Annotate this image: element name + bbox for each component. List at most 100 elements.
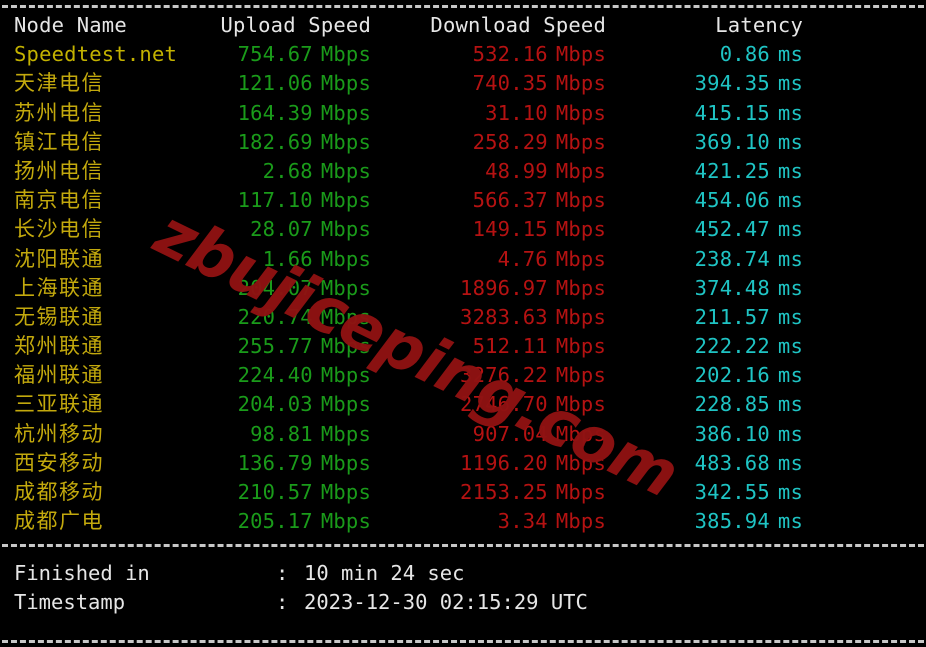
upload-speed-cell-unit: Mbps [320, 158, 371, 183]
upload-speed-cell-value: 117.10 [237, 188, 313, 213]
download-speed-cell-unit: Mbps [555, 188, 606, 213]
latency-cell-value: 211.57 [694, 304, 770, 329]
latency-cell-value: 238.74 [694, 246, 770, 271]
node-name-cell: 杭州移动 [14, 421, 104, 446]
download-speed-cell-unit: Mbps [555, 217, 606, 242]
latency-unit: ms [777, 42, 803, 67]
latency-cell: 385.94 ms [606, 507, 803, 536]
summary-timestamp-separator: : [276, 590, 289, 615]
download-speed-cell-unit: Mbps [555, 392, 606, 417]
download-speed-cell-unit: Mbps [555, 304, 606, 329]
latency-cell-unit: ms [777, 100, 803, 125]
node-name-reference: Speedtest.net [14, 42, 178, 67]
latency-cell-unit: ms [777, 71, 803, 96]
download-speed-cell-value: 3283.63 [460, 304, 548, 329]
download-speed-cell: 512.11 Mbps [371, 332, 606, 361]
download-speed-cell-value: 31.10 [485, 100, 548, 125]
table-row: 杭州移动 98.81 Mbps 907.04 Mbps 386.10 ms [0, 420, 926, 449]
latency-cell-value: 415.15 [694, 100, 770, 125]
download-unit: Mbps [555, 42, 606, 67]
download-speed-cell-value: 3276.22 [460, 363, 548, 388]
latency-cell: 454.06 ms [606, 186, 803, 215]
latency-cell: 228.85 ms [606, 390, 803, 419]
upload-speed-cell: 182.69 Mbps [183, 128, 371, 157]
node-name-cell: 扬州电信 [14, 158, 104, 183]
summary-timestamp-label: Timestamp [14, 590, 126, 615]
latency-cell: 483.68 ms [606, 449, 803, 478]
latency-cell-value: 202.16 [694, 363, 770, 388]
download-speed-cell-unit: Mbps [555, 421, 606, 446]
upload-speed-cell-value: 255.77 [237, 334, 313, 359]
table-row: 西安移动 136.79 Mbps 1196.20 Mbps 483.68 ms [0, 449, 926, 478]
table-row: 成都移动 210.57 Mbps 2153.25 Mbps 342.55 ms [0, 478, 926, 507]
upload-speed-cell-unit: Mbps [320, 334, 371, 359]
latency-cell-unit: ms [777, 129, 803, 154]
upload-speed-cell: 255.77 Mbps [183, 332, 371, 361]
upload-speed-cell-unit: Mbps [320, 217, 371, 242]
terminal-window: Node Name Upload Speed Download Speed La… [0, 0, 926, 647]
upload-speed-cell-value: 164.39 [237, 100, 313, 125]
node-name-cell: 三亚联通 [14, 392, 104, 417]
upload-speed-cell: 136.79 Mbps [183, 449, 371, 478]
latency-cell: 369.10 ms [606, 128, 803, 157]
download-speed-cell-value: 1196.20 [460, 450, 548, 475]
download-speed-cell-unit: Mbps [555, 129, 606, 154]
table-row: 三亚联通 204.03 Mbps 2746.70 Mbps 228.85 ms [0, 390, 926, 419]
upload-speed-cell-value: 2.68 [262, 158, 313, 183]
table-row: 扬州电信 2.68 Mbps 48.99 Mbps 421.25 ms [0, 157, 926, 186]
summary-finished-separator: : [276, 561, 289, 586]
node-name-cell: 成都广电 [14, 509, 104, 534]
latency-cell-value: 452.47 [694, 217, 770, 242]
latency-cell-unit: ms [777, 158, 803, 183]
latency-cell-unit: ms [777, 363, 803, 388]
upload-speed-cell: 164.39 Mbps [183, 99, 371, 128]
download-speed-cell-value: 2746.70 [460, 392, 548, 417]
summary-finished-in: Finished in : 10 min 24 sec [0, 559, 926, 588]
download-speed-cell: 4.76 Mbps [371, 245, 606, 274]
node-name-cell: 长沙电信 [14, 217, 104, 242]
latency-cell: 394.35 ms [606, 69, 803, 98]
upload-speed-cell: 224.40 Mbps [183, 361, 371, 390]
download-speed-cell-value: 149.15 [472, 217, 548, 242]
download-speed-cell-value: 2153.25 [460, 480, 548, 504]
latency-cell: 374.48 ms [606, 274, 803, 303]
divider-bottom [2, 640, 924, 644]
table-body: 天津电信 121.06 Mbps 740.35 Mbps 394.35 ms 苏州电信 164.… [0, 69, 926, 536]
latency-cell: 452.47 ms [606, 215, 803, 244]
upload-speed-cell-value: 220.74 [237, 304, 313, 329]
latency-cell-unit: ms [777, 480, 803, 504]
download-speed-cell: 3276.22 Mbps [371, 361, 606, 390]
upload-speed-cell-unit: Mbps [320, 71, 371, 96]
download-speed-cell: 48.99 Mbps [371, 157, 606, 186]
latency-cell-unit: ms [777, 246, 803, 271]
latency-cell-unit: ms [777, 450, 803, 475]
latency-cell: 415.15 ms [606, 99, 803, 128]
latency-cell-unit: ms [777, 275, 803, 300]
upload-unit: Mbps [320, 42, 371, 67]
node-name-cell: 西安移动 [14, 450, 104, 475]
latency-cell-value: 454.06 [694, 188, 770, 213]
upload-speed-cell: 98.81 Mbps [183, 420, 371, 449]
upload-speed-cell-unit: Mbps [320, 275, 371, 300]
upload-speed-cell-value: 121.06 [237, 71, 313, 96]
download-speed-reference: 532.16 Mbps [371, 40, 606, 69]
download-speed-cell-unit: Mbps [555, 71, 606, 96]
table-row: 成都广电 205.17 Mbps 3.34 Mbps 385.94 ms [0, 507, 926, 536]
table-row: 长沙电信 28.07 Mbps 149.15 Mbps 452.47 ms [0, 215, 926, 244]
table-row: 苏州电信 164.39 Mbps 31.10 Mbps 415.15 ms [0, 99, 926, 128]
download-speed-cell: 31.10 Mbps [371, 99, 606, 128]
upload-speed-cell-unit: Mbps [320, 392, 371, 417]
upload-speed-cell: 1.66 Mbps [183, 245, 371, 274]
download-speed-cell: 3283.63 Mbps [371, 303, 606, 332]
upload-speed-reference: 754.67 Mbps [183, 40, 371, 69]
upload-speed-cell-unit: Mbps [320, 100, 371, 125]
table-header-row: Node Name Upload Speed Download Speed La… [0, 11, 926, 40]
upload-speed-cell-value: 224.40 [237, 363, 313, 388]
download-speed-cell-value: 907.04 [472, 421, 548, 446]
upload-speed-cell: 117.10 Mbps [183, 186, 371, 215]
table-row: 郑州联通 255.77 Mbps 512.11 Mbps 222.22 ms [0, 332, 926, 361]
table-row: 南京电信 117.10 Mbps 566.37 Mbps 454.06 ms [0, 186, 926, 215]
download-speed-cell: 3.34 Mbps [371, 507, 606, 536]
latency-reference: 0.86 ms [606, 40, 803, 69]
download-speed-cell: 1896.97 Mbps [371, 274, 606, 303]
